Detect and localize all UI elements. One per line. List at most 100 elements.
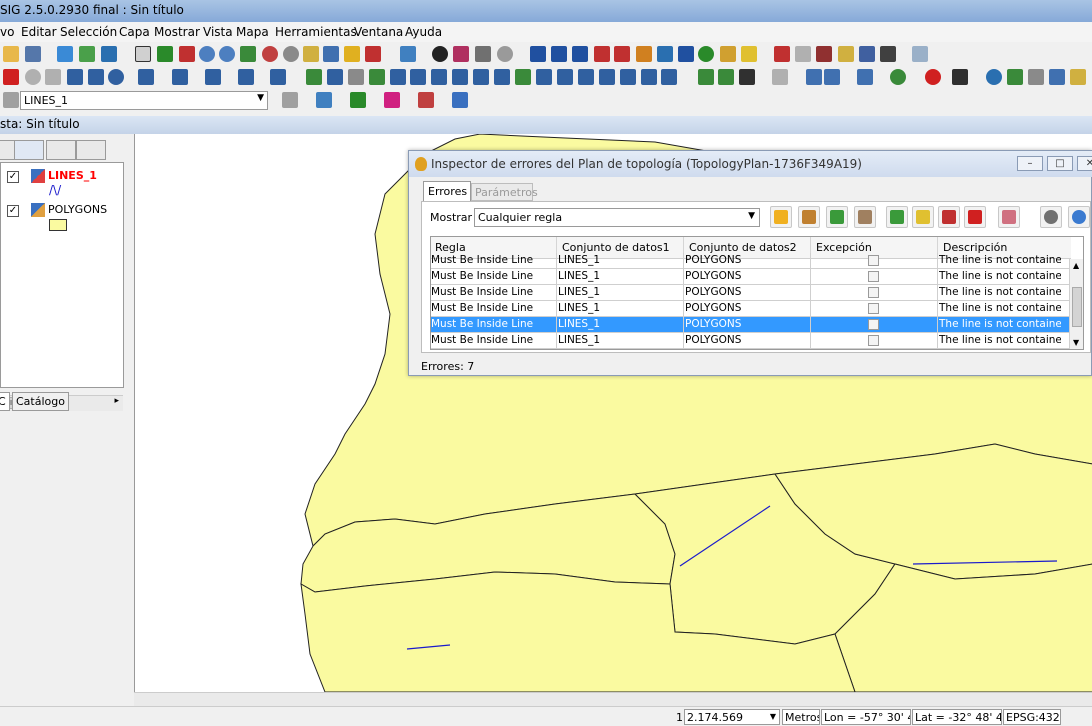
measure-icon[interactable] bbox=[453, 46, 469, 62]
move-icon[interactable] bbox=[369, 69, 385, 85]
scale-icon[interactable] bbox=[348, 69, 364, 85]
undo-icon[interactable] bbox=[774, 46, 790, 62]
autopolygon-icon[interactable] bbox=[494, 69, 510, 85]
menu-mostrar[interactable]: Mostrar bbox=[154, 25, 200, 39]
globe-icon[interactable] bbox=[698, 46, 714, 62]
warning-button[interactable] bbox=[770, 206, 792, 228]
explode-icon[interactable] bbox=[536, 69, 552, 85]
zoom-error-button[interactable] bbox=[798, 206, 820, 228]
print-icon[interactable] bbox=[475, 46, 491, 62]
bookmarks-icon[interactable] bbox=[344, 46, 360, 62]
fix-button[interactable] bbox=[886, 206, 908, 228]
select-rect-icon[interactable] bbox=[551, 46, 567, 62]
refresh-icon[interactable] bbox=[365, 46, 381, 62]
tools-icon[interactable] bbox=[952, 69, 968, 85]
find-icon[interactable] bbox=[824, 69, 840, 85]
info-icon[interactable] bbox=[432, 46, 448, 62]
layers-button[interactable] bbox=[826, 206, 848, 228]
active-layer-combo[interactable]: LINES_1 ▼ bbox=[20, 91, 268, 110]
exception-checkbox[interactable] bbox=[868, 255, 879, 266]
select-icon[interactable] bbox=[530, 46, 546, 62]
exception-checkbox[interactable] bbox=[868, 335, 879, 346]
import-icon[interactable] bbox=[101, 46, 117, 62]
select-error-button[interactable] bbox=[912, 206, 934, 228]
minimize-icon[interactable]: – bbox=[1017, 156, 1043, 171]
layer-polygons-checkbox[interactable]: ✓ bbox=[7, 205, 19, 217]
spline-icon[interactable] bbox=[270, 69, 286, 85]
join-icon[interactable] bbox=[452, 69, 468, 85]
full-extent-icon[interactable] bbox=[157, 46, 173, 62]
table-vscrollbar[interactable]: ▲ ▼ bbox=[1069, 259, 1083, 349]
table-row[interactable]: Must Be Inside Line LINES_1 POLYGONS The li… bbox=[431, 317, 1071, 333]
layers-icon[interactable] bbox=[240, 46, 256, 62]
zoom-in-icon[interactable] bbox=[199, 46, 215, 62]
zoom-prev-icon[interactable] bbox=[283, 46, 299, 62]
invert-selection-icon[interactable] bbox=[720, 46, 736, 62]
toc-layers-tab-icon[interactable] bbox=[14, 140, 44, 160]
menu-seleccion[interactable]: Selección bbox=[60, 25, 117, 39]
exception-checkbox[interactable] bbox=[868, 287, 879, 298]
scroll-down-icon[interactable]: ▼ bbox=[1073, 338, 1079, 347]
filter-icon[interactable] bbox=[678, 46, 694, 62]
exception-checkbox[interactable] bbox=[868, 319, 879, 330]
chart-icon[interactable] bbox=[452, 92, 468, 108]
snap2-icon[interactable] bbox=[718, 69, 734, 85]
redo-icon[interactable] bbox=[795, 46, 811, 62]
map-icon[interactable] bbox=[1007, 69, 1023, 85]
layer-polygons-label[interactable]: POLYGONS bbox=[48, 203, 107, 216]
zoom-layer-icon[interactable] bbox=[262, 46, 278, 62]
tab-toc[interactable]: C bbox=[0, 392, 10, 411]
map-hscrollbar[interactable] bbox=[134, 692, 1092, 706]
image-icon[interactable] bbox=[1049, 69, 1065, 85]
exception-checkbox[interactable] bbox=[868, 303, 879, 314]
ellipse-icon[interactable] bbox=[138, 69, 154, 85]
table-row[interactable]: Must Be Inside Line LINES_1 POLYGONS The li… bbox=[431, 301, 1071, 317]
exception-checkbox[interactable] bbox=[868, 271, 879, 282]
menu-ventana[interactable]: Ventana bbox=[354, 25, 403, 39]
polygon-icon[interactable] bbox=[205, 69, 221, 85]
arc-icon[interactable] bbox=[88, 69, 104, 85]
settings-icon[interactable] bbox=[890, 69, 906, 85]
tab-catalogo[interactable]: Catálogo bbox=[12, 392, 69, 411]
table-row[interactable]: Must Be Inside Line LINES_1 POLYGONS The li… bbox=[431, 333, 1071, 349]
stop-button[interactable] bbox=[964, 206, 986, 228]
layer-lines-checkbox[interactable]: ✓ bbox=[7, 171, 19, 183]
globe2-icon[interactable] bbox=[986, 69, 1002, 85]
table-row[interactable]: Must Be Inside Line LINES_1 POLYGONS The li… bbox=[431, 253, 1071, 269]
internal-polygon-icon[interactable] bbox=[515, 69, 531, 85]
line-icon[interactable] bbox=[67, 69, 83, 85]
table-row[interactable]: Must Be Inside Line LINES_1 POLYGONS The li… bbox=[431, 285, 1071, 301]
select-by-layer-icon[interactable] bbox=[636, 46, 652, 62]
zoom-out-icon[interactable] bbox=[219, 46, 235, 62]
fillet-icon[interactable] bbox=[620, 69, 636, 85]
table-row[interactable]: Must Be Inside Line LINES_1 POLYGONS The li… bbox=[431, 269, 1071, 285]
menu-archivo[interactable]: vo bbox=[0, 25, 14, 39]
grid-icon[interactable] bbox=[661, 69, 677, 85]
select-poly-icon[interactable] bbox=[572, 46, 588, 62]
crosshair-icon[interactable] bbox=[384, 92, 400, 108]
binoculars-icon[interactable] bbox=[880, 46, 896, 62]
select-all-icon[interactable] bbox=[657, 46, 673, 62]
zoom-select-icon[interactable] bbox=[179, 46, 195, 62]
clear-selection-icon[interactable] bbox=[741, 46, 757, 62]
chamfer-icon[interactable] bbox=[641, 69, 657, 85]
sync-icon[interactable] bbox=[1028, 69, 1044, 85]
circle-icon[interactable] bbox=[108, 69, 124, 85]
matrix-icon[interactable] bbox=[557, 69, 573, 85]
clean-icon[interactable] bbox=[772, 69, 788, 85]
tab-parametros[interactable]: Parámetros bbox=[471, 183, 538, 201]
select-circle-icon[interactable] bbox=[594, 46, 610, 62]
select-buffer-icon[interactable] bbox=[614, 46, 630, 62]
properties-icon[interactable] bbox=[859, 46, 875, 62]
symmetry-icon[interactable] bbox=[306, 69, 322, 85]
list-icon[interactable] bbox=[857, 69, 873, 85]
settings-button[interactable] bbox=[1040, 206, 1062, 228]
draw-icon[interactable] bbox=[739, 69, 755, 85]
extension-icon[interactable] bbox=[912, 46, 928, 62]
alert-icon[interactable] bbox=[925, 69, 941, 85]
stop-edit-icon[interactable] bbox=[3, 69, 19, 85]
rotate-icon[interactable] bbox=[327, 69, 343, 85]
menu-vista[interactable]: Vista bbox=[203, 25, 233, 39]
stretch-icon[interactable] bbox=[410, 69, 426, 85]
scale-combo[interactable]: 2.174.569 ▼ bbox=[684, 709, 780, 725]
